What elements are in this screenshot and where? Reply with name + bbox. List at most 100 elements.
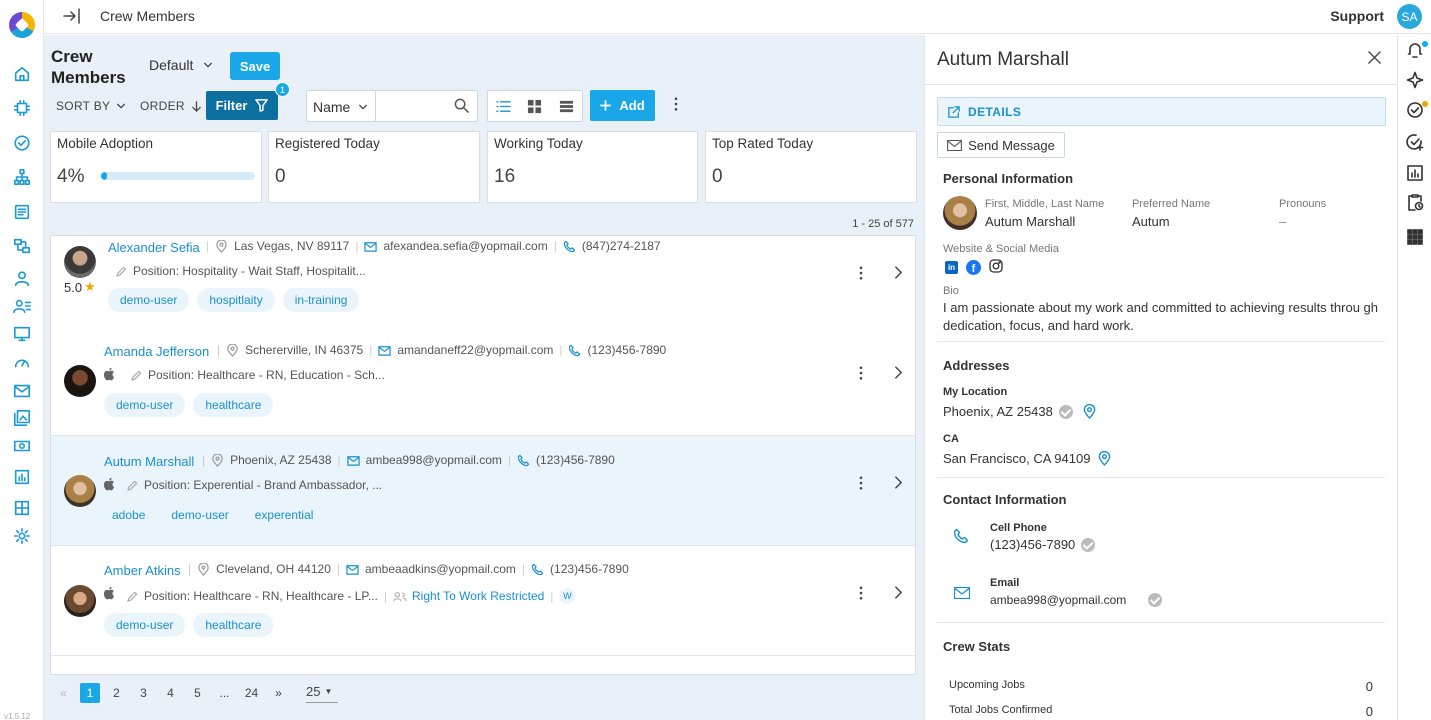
search-field-select[interactable]: Name bbox=[313, 99, 368, 115]
member-name-link[interactable]: Alexander Sefia bbox=[108, 240, 200, 255]
member-meta: | Schererville, IN 46375 | amandaneff22@… bbox=[217, 343, 666, 357]
tag-chip[interactable]: demo-user bbox=[104, 393, 186, 417]
cash-icon[interactable] bbox=[12, 436, 32, 456]
member-email[interactable]: ambeaadkins@yopmail.com bbox=[365, 562, 516, 576]
search-input[interactable] bbox=[379, 95, 447, 117]
instagram-icon[interactable] bbox=[989, 259, 1003, 276]
crew-member-row-selected[interactable]: Autum Marshall | Phoenix, AZ 25438 | amb… bbox=[51, 436, 915, 546]
search-icon[interactable] bbox=[454, 98, 469, 113]
list-view-button[interactable] bbox=[488, 91, 519, 121]
document-icon[interactable] bbox=[12, 202, 32, 222]
chevron-right-icon[interactable] bbox=[894, 476, 903, 492]
analytics-icon[interactable] bbox=[1406, 164, 1424, 182]
gallery-icon[interactable] bbox=[12, 408, 32, 428]
workflow-icon[interactable] bbox=[12, 236, 32, 256]
map-pin-icon[interactable] bbox=[1098, 451, 1111, 466]
member-email[interactable]: afexandea.sefia@yopmail.com bbox=[383, 239, 547, 253]
member-phone[interactable]: (123)456-7890 bbox=[550, 562, 629, 576]
linkedin-icon[interactable]: in bbox=[945, 261, 958, 274]
crew-stat-row: Upcoming Jobs 0 bbox=[949, 679, 1373, 694]
member-name-link[interactable]: Amanda Jefferson bbox=[104, 344, 209, 359]
mail-icon[interactable] bbox=[12, 381, 32, 401]
notification-dot bbox=[1422, 41, 1428, 47]
sparkle-icon[interactable] bbox=[1406, 71, 1424, 89]
save-view-button[interactable]: Save bbox=[230, 52, 280, 80]
tag-chip[interactable]: demo-user bbox=[162, 503, 237, 527]
chip-icon[interactable] bbox=[12, 98, 32, 118]
crew-member-row[interactable]: Amber Atkins | Cleveland, OH 44120 | amb… bbox=[51, 546, 915, 656]
stat-label: Mobile Adoption bbox=[57, 136, 154, 151]
member-email[interactable]: amandaneff22@yopmail.com bbox=[397, 343, 553, 357]
member-location: Phoenix, AZ 25438 bbox=[230, 453, 332, 467]
users-list-icon[interactable] bbox=[12, 296, 32, 316]
crew-member-row[interactable]: Amanda Jefferson | Schererville, IN 4637… bbox=[51, 326, 915, 436]
page-button[interactable]: 3 bbox=[130, 686, 157, 700]
user-avatar[interactable]: SA bbox=[1397, 4, 1422, 29]
tag-chip[interactable]: demo-user bbox=[104, 613, 186, 637]
report-icon[interactable] bbox=[12, 467, 32, 487]
close-icon[interactable] bbox=[1368, 51, 1381, 67]
chevron-right-icon[interactable] bbox=[894, 586, 903, 602]
row-more-icon[interactable] bbox=[859, 476, 863, 493]
tab-details[interactable]: DETAILS bbox=[937, 97, 1386, 126]
page-button-current[interactable]: 1 bbox=[80, 683, 100, 703]
gauge-icon[interactable] bbox=[12, 353, 32, 373]
search-divider bbox=[375, 91, 376, 121]
member-phone[interactable]: (847)274-2187 bbox=[582, 239, 661, 253]
page-button[interactable]: 24 bbox=[238, 686, 265, 700]
tag-chip[interactable]: experential bbox=[246, 503, 323, 527]
last-page-icon[interactable]: » bbox=[265, 686, 292, 700]
right-to-work-status[interactable]: Right To Work Restricted bbox=[393, 589, 544, 603]
chevron-right-icon[interactable] bbox=[894, 366, 903, 382]
map-pin-icon[interactable] bbox=[1083, 404, 1096, 419]
mail-icon bbox=[947, 139, 963, 151]
monitor-icon[interactable] bbox=[12, 324, 32, 344]
app-logo[interactable] bbox=[9, 12, 35, 38]
clipboard-clock-icon[interactable] bbox=[1406, 193, 1424, 211]
home-icon[interactable] bbox=[12, 64, 32, 84]
member-phone[interactable]: (123)456-7890 bbox=[536, 453, 615, 467]
page-size-select[interactable]: 25 ▼ bbox=[306, 684, 339, 703]
more-options-icon[interactable] bbox=[674, 97, 678, 114]
cell-phone-value[interactable]: (123)456-7890 bbox=[990, 537, 1075, 552]
tag-chip[interactable]: healthcare bbox=[193, 393, 274, 417]
member-name-link[interactable]: Amber Atkins bbox=[104, 563, 181, 578]
page-button[interactable]: 4 bbox=[157, 686, 184, 700]
chevron-right-icon[interactable] bbox=[894, 266, 903, 282]
tag-chip[interactable]: healthcare bbox=[193, 613, 274, 637]
filter-button[interactable]: Filter bbox=[206, 91, 278, 120]
check-circle-icon[interactable] bbox=[12, 133, 32, 153]
crew-member-row[interactable]: 5.0 ★ Alexander Sefia | Las Vegas, NV 89… bbox=[51, 236, 915, 336]
order-control[interactable]: ORDER bbox=[140, 99, 202, 113]
table-view-button[interactable] bbox=[551, 91, 582, 121]
first-page-icon[interactable]: « bbox=[50, 686, 77, 700]
approve-add-icon[interactable] bbox=[1406, 133, 1424, 151]
apps-grid-icon[interactable] bbox=[1406, 228, 1424, 246]
view-select[interactable]: Default bbox=[149, 57, 213, 73]
add-button[interactable]: Add bbox=[590, 90, 655, 121]
row-more-icon[interactable] bbox=[859, 586, 863, 603]
send-message-button[interactable]: Send Message bbox=[937, 132, 1065, 158]
tag-chip[interactable]: hospitlaity bbox=[197, 288, 275, 312]
sort-by-control[interactable]: SORT BY bbox=[56, 99, 126, 113]
grid-table-icon[interactable] bbox=[12, 498, 32, 518]
page-button[interactable]: 2 bbox=[103, 686, 130, 700]
expand-sidebar-icon[interactable] bbox=[62, 6, 82, 26]
row-more-icon[interactable] bbox=[859, 366, 863, 383]
grid-view-button[interactable] bbox=[519, 91, 550, 121]
user-icon[interactable] bbox=[12, 268, 32, 288]
org-chart-icon[interactable] bbox=[12, 167, 32, 187]
support-link[interactable]: Support bbox=[1330, 8, 1384, 24]
tag-chip[interactable]: adobe bbox=[103, 503, 154, 527]
crew-stats-heading: Crew Stats bbox=[943, 639, 1011, 654]
member-name-link[interactable]: Autum Marshall bbox=[104, 454, 194, 469]
facebook-icon[interactable]: f bbox=[966, 260, 981, 275]
member-phone[interactable]: (123)456-7890 bbox=[587, 343, 666, 357]
email-value[interactable]: ambea998@yopmail.com bbox=[990, 593, 1126, 607]
page-button[interactable]: 5 bbox=[184, 686, 211, 700]
row-more-icon[interactable] bbox=[859, 266, 863, 283]
member-email[interactable]: ambea998@yopmail.com bbox=[366, 453, 502, 467]
settings-gear-icon[interactable] bbox=[12, 526, 32, 546]
tag-chip[interactable]: in-training bbox=[282, 288, 360, 312]
tag-chip[interactable]: demo-user bbox=[108, 288, 190, 312]
